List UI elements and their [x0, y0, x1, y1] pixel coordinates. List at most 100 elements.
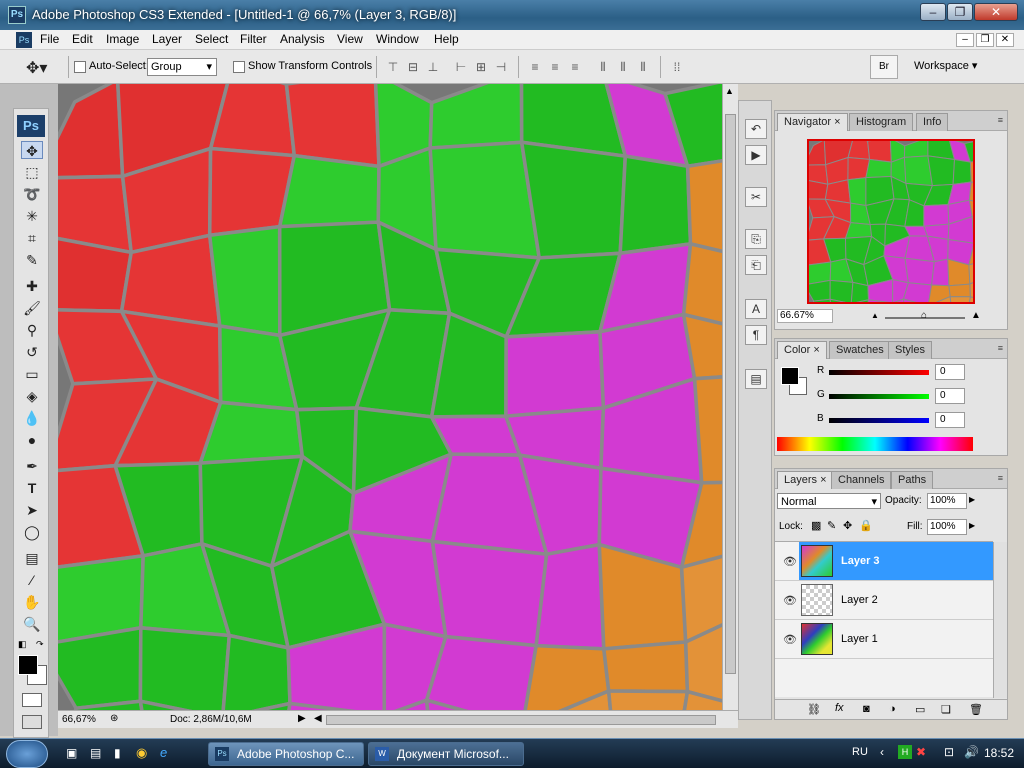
fill-arrow-icon[interactable]: ▶ — [969, 521, 975, 530]
crop-tool-icon[interactable]: ⌗ — [21, 229, 43, 247]
menu-edit[interactable]: Edit — [72, 32, 93, 46]
eraser-tool-icon[interactable]: ▭ — [21, 365, 43, 383]
close-button[interactable]: ✕ — [974, 3, 1018, 21]
marquee-tool-icon[interactable]: ⬚ — [21, 163, 43, 181]
zoom-in-icon[interactable]: ▲ — [971, 310, 981, 321]
foreground-color-swatch[interactable] — [18, 655, 38, 675]
layer-style-icon[interactable]: fx — [835, 702, 844, 714]
horizontal-scrollbar[interactable] — [326, 715, 716, 725]
layers-scrollbar[interactable] — [993, 542, 1007, 698]
color-fg-swatch[interactable] — [781, 367, 799, 385]
history-panel-icon[interactable]: ↶ — [745, 119, 767, 139]
clone-stamp-tool-icon[interactable]: ⚲ — [21, 321, 43, 339]
distribute-right-icon[interactable]: ⫴ — [634, 58, 652, 76]
eye-icon[interactable]: 👁 — [783, 633, 797, 646]
scroll-up-icon[interactable]: ▲ — [725, 86, 734, 96]
dodge-tool-icon[interactable]: ● — [21, 431, 43, 449]
distribute-left-icon[interactable]: ⫴ — [594, 58, 612, 76]
blend-mode-dropdown[interactable]: Normal ▾ — [777, 493, 881, 509]
hand-tool-icon[interactable]: ✋ — [21, 593, 43, 611]
navigator-preview[interactable] — [807, 139, 975, 304]
menu-file[interactable]: File — [40, 32, 59, 46]
show-desktop-icon[interactable]: ▣ — [66, 746, 77, 760]
brushes-panel-icon[interactable]: ⎘ — [745, 229, 767, 249]
adjustment-layer-icon[interactable]: ◑ — [889, 703, 896, 715]
eyedropper-tool-icon[interactable]: ⁄ — [21, 571, 43, 589]
chrome-icon[interactable]: ◉ — [136, 745, 147, 761]
language-indicator[interactable]: RU — [852, 746, 868, 758]
tray-app-icon[interactable]: H — [898, 745, 912, 759]
blur-tool-icon[interactable]: 💧 — [21, 409, 43, 427]
healing-brush-tool-icon[interactable]: ✚ — [21, 277, 43, 295]
panel-menu-icon[interactable]: ≡ — [998, 343, 1003, 353]
vertical-scrollbar[interactable]: ▲ — [722, 84, 738, 710]
default-colors-icon[interactable]: ◧ — [18, 639, 27, 650]
b-slider[interactable] — [829, 418, 929, 423]
doc-restore-button[interactable]: ❐ — [976, 33, 994, 47]
distribute-bottom-icon[interactable]: ≡ — [566, 58, 584, 76]
minimize-button[interactable]: – — [920, 3, 946, 21]
auto-select-checkbox[interactable] — [74, 61, 86, 73]
tray-app2-icon[interactable]: ✖ — [916, 745, 926, 759]
zoom-slider-thumb[interactable]: ⌂ — [921, 310, 927, 321]
network-icon[interactable]: ⊡ — [944, 745, 954, 759]
screen-mode-icon[interactable] — [22, 715, 42, 729]
distribute-top-icon[interactable]: ≡ — [526, 58, 544, 76]
type-tool-icon[interactable]: T — [21, 479, 43, 497]
fill-field[interactable]: 100% — [927, 519, 967, 535]
new-layer-icon[interactable]: ❏ — [941, 703, 951, 716]
auto-select-dropdown[interactable]: Group ▾ — [147, 58, 217, 76]
character-panel-icon[interactable]: A — [745, 299, 767, 319]
move-tool-icon[interactable]: ✥ — [21, 141, 43, 159]
magic-wand-tool-icon[interactable]: ✳ — [21, 207, 43, 225]
quick-mask-icon[interactable] — [22, 693, 42, 707]
path-selection-tool-icon[interactable]: ➤ — [21, 501, 43, 519]
doc-close-button[interactable]: ✕ — [996, 33, 1014, 47]
layer-row-layer-2[interactable]: 👁 Layer 2 — [775, 581, 993, 620]
volume-icon[interactable]: 🔊 — [964, 745, 979, 759]
document-icon[interactable]: Ps — [16, 32, 32, 48]
restore-button[interactable]: ❐ — [947, 3, 973, 21]
menu-filter[interactable]: Filter — [240, 32, 267, 46]
menu-layer[interactable]: Layer — [152, 32, 182, 46]
tool-presets-icon[interactable]: ✂ — [745, 187, 767, 207]
bridge-icon[interactable]: Br — [870, 55, 898, 79]
tab-swatches[interactable]: Swatches — [829, 341, 891, 359]
lock-position-icon[interactable]: ✥ — [843, 519, 852, 532]
zoom-tool-icon[interactable]: 🔍 — [21, 615, 43, 633]
align-vcenter-icon[interactable]: ⊟ — [404, 58, 422, 76]
tab-styles[interactable]: Styles — [888, 341, 932, 359]
move-tool-preset-icon[interactable]: ✥▾ — [26, 58, 47, 78]
start-button[interactable] — [6, 740, 48, 768]
shape-tool-icon[interactable]: ◯ — [21, 523, 43, 541]
lock-transparency-icon[interactable]: ▩ — [811, 519, 821, 532]
menu-view[interactable]: View — [337, 32, 363, 46]
tab-info[interactable]: Info — [916, 113, 949, 131]
color-ramp[interactable] — [777, 437, 973, 451]
align-right-icon[interactable]: ⊣ — [492, 58, 510, 76]
tab-paths[interactable]: Paths — [891, 471, 934, 489]
status-zoom[interactable]: 66,67% — [62, 714, 96, 725]
switch-windows-icon[interactable]: ▤ — [90, 746, 101, 760]
clock[interactable]: 18:52 — [984, 746, 1014, 760]
actions-panel-icon[interactable]: ▶ — [745, 145, 767, 165]
ie-icon[interactable]: e — [160, 745, 167, 760]
paragraph-panel-icon[interactable]: ¶ — [745, 325, 767, 345]
layer-row-layer-1[interactable]: 👁 Layer 1 — [775, 620, 993, 659]
auto-align-layers-icon[interactable]: ⁞⁞ — [668, 58, 686, 76]
align-left-icon[interactable]: ⊢ — [452, 58, 470, 76]
layer-comps-icon[interactable]: ▤ — [745, 369, 767, 389]
tray-expand-icon[interactable]: ‹ — [880, 745, 884, 759]
swap-colors-icon[interactable]: ↷ — [36, 639, 44, 650]
r-value-field[interactable]: 0 — [935, 364, 965, 380]
layer-row-layer-3[interactable]: 👁 Layer 3 — [775, 542, 993, 581]
lock-all-icon[interactable]: 🔒 — [859, 519, 873, 532]
align-bottom-icon[interactable]: ⊥ — [424, 58, 442, 76]
tab-color[interactable]: Color × — [777, 341, 827, 359]
slice-tool-icon[interactable]: ✎ — [21, 251, 43, 269]
history-brush-tool-icon[interactable]: ↺ — [21, 343, 43, 361]
paint-bucket-tool-icon[interactable]: ◈ — [21, 387, 43, 405]
distribute-vcenter-icon[interactable]: ≡ — [546, 58, 564, 76]
link-layers-icon[interactable]: ⛓ — [807, 703, 821, 716]
align-top-icon[interactable]: ⊤ — [384, 58, 402, 76]
